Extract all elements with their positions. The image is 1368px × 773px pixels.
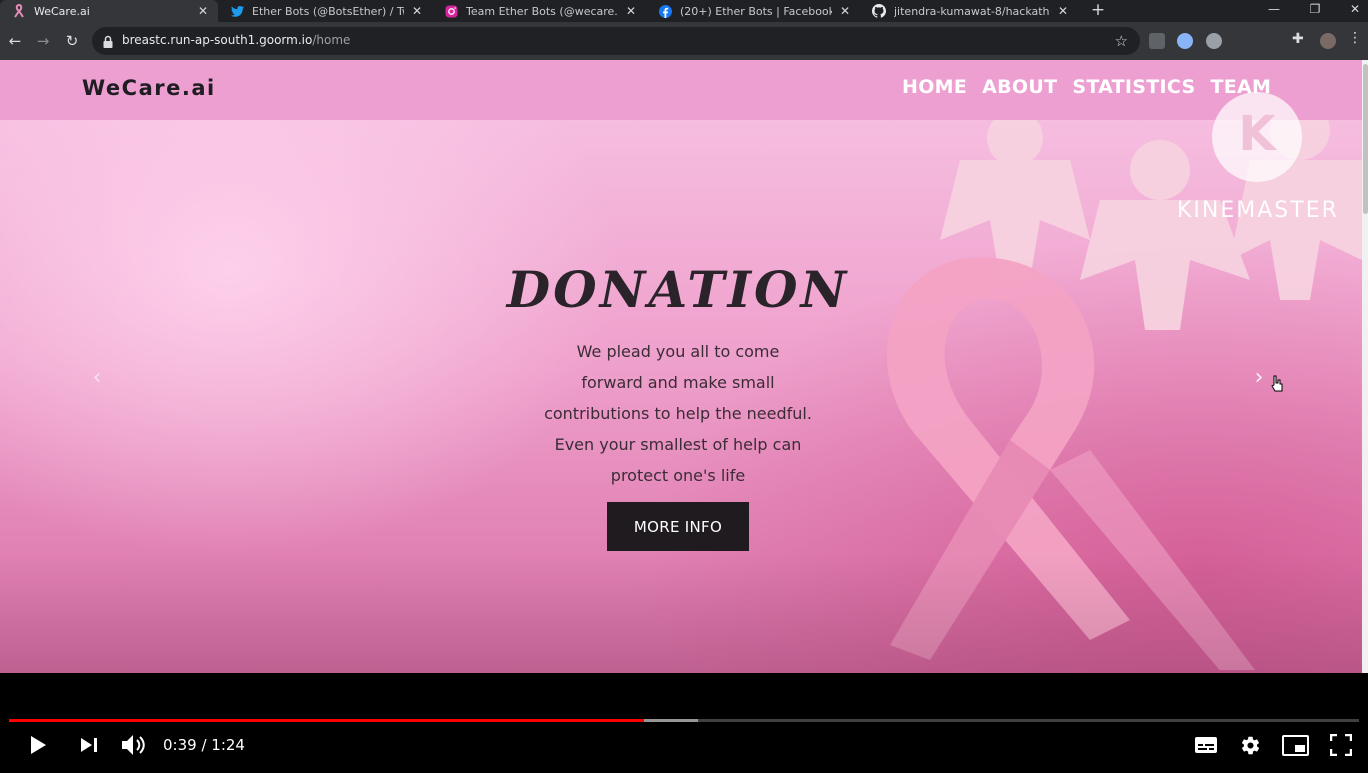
hero-body-line: Even your smallest of help can — [554, 435, 802, 454]
extension-icon[interactable] — [1206, 33, 1222, 49]
tab-wecare[interactable]: WeCare.ai ✕ — [0, 0, 218, 22]
github-icon — [872, 4, 886, 18]
lock-icon — [102, 34, 116, 48]
kinemaster-letter: K — [1238, 106, 1276, 162]
url-path: /home — [312, 33, 351, 47]
ribbon-icon — [12, 4, 26, 18]
forward-icon[interactable]: → — [33, 31, 53, 51]
close-icon[interactable]: ✕ — [624, 4, 638, 18]
time-display: 0:39 / 1:24 — [163, 736, 245, 754]
close-icon[interactable]: ✕ — [1056, 4, 1070, 18]
nav-statistics[interactable]: STATISTICS — [1072, 76, 1195, 98]
back-icon[interactable]: ← — [5, 31, 25, 51]
hero-body-line: We plead you all to come — [576, 342, 780, 361]
site-nav-links: HOME ABOUT STATISTICS TEAM — [902, 76, 1271, 98]
fullscreen-icon[interactable] — [1330, 734, 1352, 756]
facebook-icon — [658, 4, 672, 18]
tab-title: jitendra-kumawat-8/hackathon_ — [894, 4, 1050, 18]
url-host: breastc.run-ap-south1.goorm.io — [122, 33, 313, 47]
extension-icon[interactable] — [1149, 33, 1165, 49]
carousel-next-icon[interactable]: › — [1248, 367, 1270, 389]
video-controls-overlay — [0, 673, 1368, 773]
site-navbar: WeCare.ai HOME ABOUT STATISTICS TEAM — [0, 60, 1362, 120]
kinemaster-logo: K — [1212, 92, 1302, 182]
website-viewport: WeCare.ai HOME ABOUT STATISTICS TEAM DON… — [0, 60, 1362, 673]
kebab-menu-icon[interactable]: ⋮ — [1348, 30, 1364, 46]
hero-body: We plead you all to come forward and mak… — [528, 336, 828, 491]
extension-icon[interactable] — [1177, 33, 1193, 49]
kinemaster-watermark: KINEMASTER — [1177, 198, 1339, 223]
url-text: breastc.run-ap-south1.goorm.io/home — [122, 33, 350, 47]
window-close-icon[interactable]: ✕ — [1340, 0, 1368, 20]
hero-body-line: protect one's life — [610, 466, 746, 485]
hero-body-line: contributions to help the needful. — [544, 404, 812, 423]
restore-icon[interactable]: ❐ — [1300, 0, 1330, 20]
volume-icon[interactable] — [121, 734, 147, 756]
hero-carousel: DONATION We plead you all to come forwar… — [0, 120, 1362, 673]
nav-about[interactable]: ABOUT — [982, 76, 1057, 98]
tab-title: Team Ether Bots (@wecare.ai) • Ir — [466, 4, 618, 18]
browser-tab-strip: WeCare.ai ✕ Ether Bots (@BotsEther) / Tw… — [0, 0, 1368, 22]
tab-github[interactable]: jitendra-kumawat-8/hackathon_ ✕ — [860, 0, 1078, 22]
more-info-button[interactable]: MORE INFO — [607, 502, 749, 551]
minimize-icon[interactable]: — — [1259, 0, 1289, 20]
profile-avatar[interactable] — [1320, 33, 1336, 49]
hand-cursor-icon — [1271, 375, 1283, 392]
tab-title: WeCare.ai — [34, 4, 90, 18]
browser-toolbar: ← → ↻ breastc.run-ap-south1.goorm.io/hom… — [0, 22, 1368, 60]
play-icon[interactable] — [28, 735, 48, 755]
subtitles-icon[interactable] — [1194, 736, 1218, 754]
site-logo[interactable]: WeCare.ai — [82, 76, 216, 100]
carousel-prev-icon[interactable]: ‹ — [86, 367, 108, 389]
close-icon[interactable]: ✕ — [838, 4, 852, 18]
close-icon[interactable]: ✕ — [410, 4, 424, 18]
bookmark-star-icon[interactable]: ☆ — [1115, 32, 1128, 50]
progress-played — [9, 719, 644, 722]
puzzle-extensions-icon[interactable]: ✚ — [1292, 31, 1308, 47]
tab-title: Ether Bots (@BotsEther) / Twitter — [252, 4, 404, 18]
reload-icon[interactable]: ↻ — [62, 31, 82, 51]
tab-facebook[interactable]: (20+) Ether Bots | Facebook ✕ — [646, 0, 860, 22]
tab-instagram[interactable]: Team Ether Bots (@wecare.ai) • Ir ✕ — [432, 0, 646, 22]
tab-twitter[interactable]: Ether Bots (@BotsEther) / Twitter ✕ — [218, 0, 432, 22]
instagram-icon — [444, 4, 458, 18]
miniplayer-icon[interactable] — [1282, 735, 1309, 756]
hero-title: DONATION — [506, 260, 850, 319]
new-tab-button[interactable]: + — [1088, 0, 1108, 22]
nav-home[interactable]: HOME — [902, 76, 967, 98]
hero-fade — [0, 553, 1362, 673]
hero-body-line: forward and make small — [581, 373, 775, 392]
page-scrollbar-thumb[interactable] — [1363, 64, 1368, 214]
settings-gear-icon[interactable] — [1240, 735, 1261, 756]
next-icon[interactable] — [80, 737, 98, 753]
address-bar[interactable]: breastc.run-ap-south1.goorm.io/home ☆ — [92, 27, 1140, 55]
tab-title: (20+) Ether Bots | Facebook — [680, 4, 832, 18]
twitter-icon — [230, 4, 244, 18]
close-icon[interactable]: ✕ — [196, 4, 210, 18]
